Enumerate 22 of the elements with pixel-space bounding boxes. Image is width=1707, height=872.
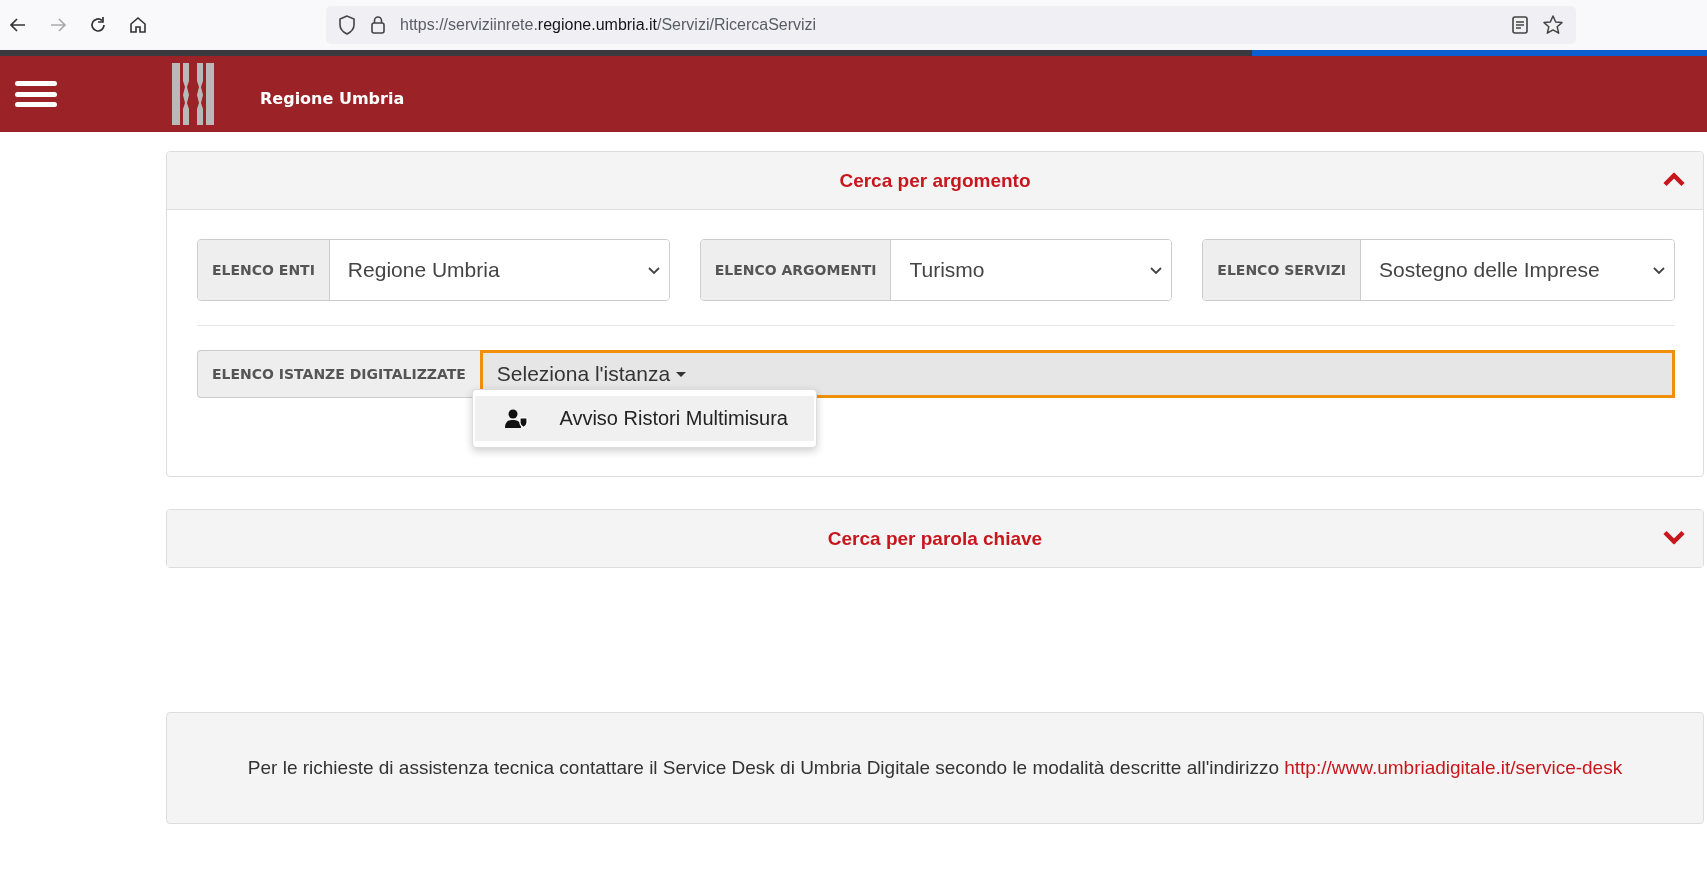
panel-title[interactable]: Cerca per parola chiave xyxy=(827,527,1043,550)
reload-icon[interactable] xyxy=(88,15,108,35)
panel-title[interactable]: Cerca per argomento xyxy=(839,169,1031,192)
chevron-up-icon[interactable] xyxy=(1663,172,1685,186)
reader-view-icon[interactable] xyxy=(1512,15,1528,35)
emblem-drawing xyxy=(172,63,214,125)
user-icon xyxy=(505,408,529,429)
service-desk-link[interactable]: http://www.umbriadigitale.it/service-desk xyxy=(1284,757,1623,779)
field-label: ELENCO ISTANZE DIGITALIZZATE xyxy=(197,350,480,398)
panel-header[interactable]: Cerca per argomento xyxy=(167,152,1703,210)
star-icon[interactable] xyxy=(1542,14,1564,36)
assistance-note: Per le richieste di assistenza tecnica contattare il Service Desk di Umbria Digitale secondo le modalità descritte all'indirizzo http://www.umbriadigitale.it/service-desk xyxy=(247,756,1623,781)
menu-icon[interactable] xyxy=(15,81,57,107)
site-title[interactable]: Regione Umbria xyxy=(260,88,405,108)
chevron-down-icon[interactable] xyxy=(1663,530,1685,544)
home-icon[interactable] xyxy=(128,15,148,35)
caret-icon xyxy=(676,371,687,377)
dropdown-field[interactable]: Seleziona l'istanza xyxy=(479,350,1675,398)
shield-icon[interactable] xyxy=(338,15,356,35)
lock-icon[interactable] xyxy=(370,15,386,35)
menu-item[interactable]: Avviso Ristori Multimisura xyxy=(475,396,814,441)
panel-header[interactable]: Cerca per parola chiave xyxy=(167,510,1703,567)
